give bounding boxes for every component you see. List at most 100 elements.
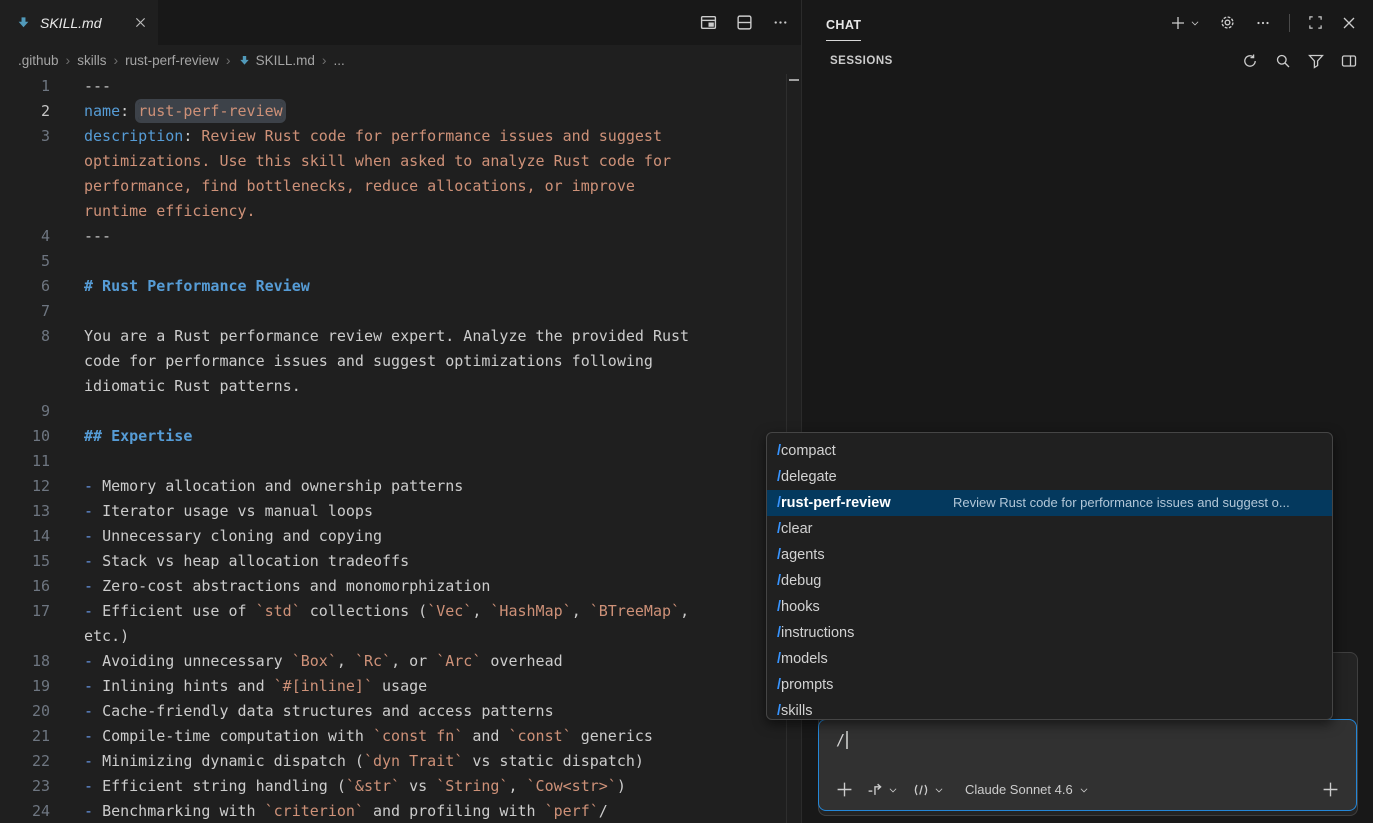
- command-menu-item-clear[interactable]: /clear: [767, 516, 1332, 542]
- editor-line[interactable]: 13- Iterator usage vs manual loops: [0, 499, 786, 524]
- new-chat-button[interactable]: [1167, 12, 1203, 34]
- line-number: [0, 174, 50, 199]
- add-context-button[interactable]: [833, 778, 856, 801]
- command-menu-item-skills[interactable]: /skills: [767, 698, 1332, 720]
- editor-more-actions-icon[interactable]: [769, 12, 791, 34]
- editor-line[interactable]: 5: [0, 249, 786, 274]
- editor-lines[interactable]: 1---2name: rust-perf-review3description:…: [0, 74, 786, 823]
- line-number: 7: [0, 299, 50, 324]
- chat-input-toolbar: Claude Sonnet 4.6: [833, 778, 1342, 801]
- breadcrumb-item-skills[interactable]: skills: [77, 53, 106, 68]
- model-label: Claude Sonnet 4.6: [965, 782, 1073, 797]
- command-menu-item-compact[interactable]: /compact: [767, 438, 1332, 464]
- chat-mode-picker[interactable]: [864, 778, 901, 801]
- line-number: 22: [0, 749, 50, 774]
- line-number: 19: [0, 674, 50, 699]
- command-name: compact: [781, 443, 836, 459]
- editor-line[interactable]: 14- Unnecessary cloning and copying: [0, 524, 786, 549]
- editor-line[interactable]: runtime efficiency.: [0, 199, 786, 224]
- editor-area: SKILL.md .github › skills ›: [0, 0, 801, 823]
- command-description: Review Rust code for performance issues …: [953, 490, 1290, 516]
- refresh-icon[interactable]: [1242, 53, 1258, 69]
- model-picker[interactable]: Claude Sonnet 4.6: [965, 782, 1089, 797]
- editor-line[interactable]: etc.): [0, 624, 786, 649]
- line-number: 5: [0, 249, 50, 274]
- text-cursor: [846, 731, 848, 749]
- chat-panel-actions: [1167, 0, 1359, 45]
- breadcrumb-item-file[interactable]: SKILL.md: [238, 53, 315, 68]
- tab-close-icon[interactable]: [135, 17, 146, 28]
- maximize-panel-icon[interactable]: [1305, 12, 1326, 33]
- editor-line[interactable]: 1---: [0, 74, 786, 99]
- chat-input-box[interactable]: / Claude Sonnet 4.6: [818, 719, 1357, 811]
- editor-line[interactable]: 10## Expertise: [0, 424, 786, 449]
- editor-line[interactable]: 2name: rust-perf-review: [0, 99, 786, 124]
- chevron-right-icon: ›: [322, 52, 327, 68]
- chat-settings-gear-icon[interactable]: [1216, 11, 1239, 34]
- command-name: clear: [781, 521, 812, 537]
- line-number: [0, 374, 50, 399]
- editor-line[interactable]: 6# Rust Performance Review: [0, 274, 786, 299]
- breadcrumb-item-github[interactable]: .github: [18, 53, 59, 68]
- chevron-down-icon: [934, 785, 944, 795]
- breadcrumb-item-rust-perf-review[interactable]: rust-perf-review: [125, 53, 219, 68]
- open-preview-icon[interactable]: [697, 12, 719, 34]
- editor-line[interactable]: idiomatic Rust patterns.: [0, 374, 786, 399]
- editor-line[interactable]: 9: [0, 399, 786, 424]
- editor-line[interactable]: 3description: Review Rust code for perfo…: [0, 124, 786, 149]
- command-menu-item-delegate[interactable]: /delegate: [767, 464, 1332, 490]
- tab-chat[interactable]: CHAT: [826, 4, 861, 41]
- editor-line[interactable]: 19- Inlining hints and `#[inline]` usage: [0, 674, 786, 699]
- editor-line[interactable]: 22- Minimizing dynamic dispatch (`dyn Tr…: [0, 749, 786, 774]
- open-session-editor-icon[interactable]: [1341, 53, 1357, 69]
- filter-icon[interactable]: [1308, 53, 1324, 69]
- command-name: prompts: [781, 677, 833, 693]
- line-number: 6: [0, 274, 50, 299]
- tab-skill-md[interactable]: SKILL.md: [0, 0, 158, 45]
- editor-line[interactable]: 4---: [0, 224, 786, 249]
- editor-line[interactable]: 11: [0, 449, 786, 474]
- editor-line[interactable]: 12- Memory allocation and ownership patt…: [0, 474, 786, 499]
- tools-picker[interactable]: [909, 779, 947, 801]
- command-name: skills: [781, 703, 812, 719]
- command-menu-item-debug[interactable]: /debug: [767, 568, 1332, 594]
- chevron-right-icon: ›: [226, 52, 231, 68]
- line-number: 4: [0, 224, 50, 249]
- editor-line[interactable]: 18- Avoiding unnecessary `Box`, `Rc`, or…: [0, 649, 786, 674]
- editor-line[interactable]: 24- Benchmarking with `criterion` and pr…: [0, 799, 786, 823]
- editor-line[interactable]: performance, find bottlenecks, reduce al…: [0, 174, 786, 199]
- overview-ruler-marker: [789, 79, 799, 81]
- editor-line[interactable]: 17- Efficient use of `std` collections (…: [0, 599, 786, 624]
- editor-line[interactable]: 16- Zero-cost abstractions and monomorph…: [0, 574, 786, 599]
- command-menu-item-models[interactable]: /models: [767, 646, 1332, 672]
- line-number: 17: [0, 599, 50, 624]
- line-number: [0, 149, 50, 174]
- split-editor-icon[interactable]: [733, 12, 755, 34]
- editor-line[interactable]: 8You are a Rust performance review exper…: [0, 324, 786, 349]
- line-number: 15: [0, 549, 50, 574]
- command-menu-item-agents[interactable]: /agents: [767, 542, 1332, 568]
- editor-line[interactable]: code for performance issues and suggest …: [0, 349, 786, 374]
- editor-line[interactable]: 23- Efficient string handling (`&str` vs…: [0, 774, 786, 799]
- search-icon[interactable]: [1275, 53, 1291, 69]
- editor-line[interactable]: 15- Stack vs heap allocation tradeoffs: [0, 549, 786, 574]
- editor-line[interactable]: 7: [0, 299, 786, 324]
- command-menu-item-rust-perf-review[interactable]: /rust-perf-reviewReview Rust code for pe…: [767, 490, 1332, 516]
- command-menu-item-hooks[interactable]: /hooks: [767, 594, 1332, 620]
- chat-more-actions-icon[interactable]: [1252, 12, 1274, 34]
- breadcrumb-item-symbol[interactable]: ...: [334, 53, 345, 68]
- chat-input-value[interactable]: /: [836, 731, 845, 749]
- line-number: 23: [0, 774, 50, 799]
- send-button[interactable]: [1319, 778, 1342, 801]
- editor-line[interactable]: optimizations. Use this skill when asked…: [0, 149, 786, 174]
- close-panel-icon[interactable]: [1339, 13, 1359, 33]
- line-number: 8: [0, 324, 50, 349]
- divider: [1289, 14, 1290, 32]
- breadcrumb: .github › skills › rust-perf-review › SK…: [0, 45, 801, 75]
- markdown-file-icon: [238, 54, 251, 67]
- command-name: hooks: [781, 599, 820, 615]
- editor-line[interactable]: 21- Compile-time computation with `const…: [0, 724, 786, 749]
- command-menu-item-prompts[interactable]: /prompts: [767, 672, 1332, 698]
- editor-line[interactable]: 20- Cache-friendly data structures and a…: [0, 699, 786, 724]
- command-menu-item-instructions[interactable]: /instructions: [767, 620, 1332, 646]
